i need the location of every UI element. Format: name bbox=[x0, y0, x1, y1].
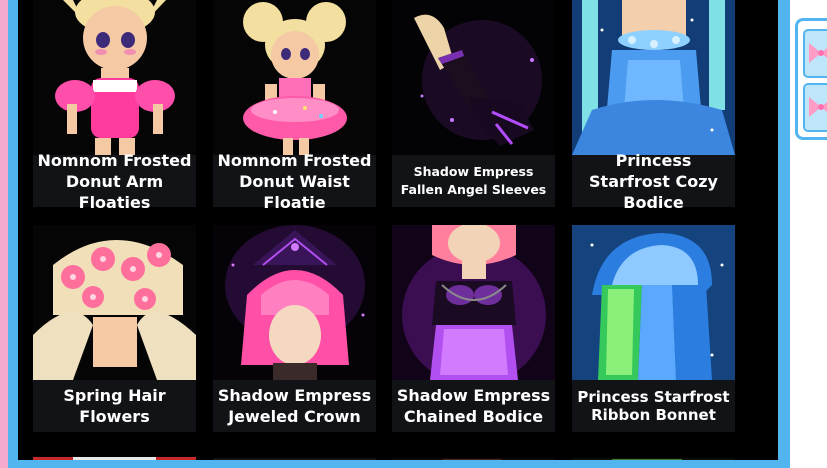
catalog-item-partial[interactable] bbox=[572, 450, 735, 460]
item-thumbnail bbox=[213, 225, 376, 380]
pink-bow-icon bbox=[809, 43, 827, 63]
item-label: Spring Hair Flowers bbox=[33, 380, 196, 432]
item-thumbnail bbox=[213, 0, 376, 155]
catalog-item-jeweled-crown[interactable]: Shadow Empress Jeweled Crown bbox=[213, 225, 376, 433]
item-thumbnail bbox=[33, 0, 196, 155]
side-slot-top[interactable] bbox=[803, 29, 827, 78]
item-label: Nomnom Frosted Donut Waist Floatie bbox=[213, 151, 376, 212]
item-label: Nomnom Frosted Donut Arm Floaties bbox=[33, 151, 196, 212]
item-thumbnail bbox=[572, 0, 735, 155]
side-slot-bottom[interactable] bbox=[803, 83, 827, 132]
item-thumbnail bbox=[392, 225, 555, 380]
item-label: Shadow Empress Chained Bodice bbox=[392, 380, 555, 432]
pink-bow-icon bbox=[809, 97, 827, 117]
left-pink-border bbox=[0, 0, 8, 468]
item-thumbnail bbox=[572, 225, 735, 380]
catalog-item-partial[interactable] bbox=[392, 450, 555, 460]
catalog-item-partial[interactable] bbox=[213, 450, 376, 460]
catalog-item-donut-waist-floatie[interactable]: Nomnom Frosted Donut Waist Floatie bbox=[213, 0, 376, 212]
catalog-item-fallen-angel-sleeves[interactable]: Shadow Empress Fallen Angel Sleeves bbox=[392, 0, 555, 208]
right-blue-border bbox=[778, 0, 790, 468]
left-blue-border bbox=[8, 0, 18, 468]
catalog-grid[interactable]: Nomnom Frosted Donut Arm Floaties Nomnom… bbox=[18, 0, 778, 460]
catalog-item-spring-hair-flowers[interactable]: Spring Hair Flowers bbox=[33, 225, 196, 433]
item-label: Shadow Empress Fallen Angel Sleeves bbox=[392, 155, 555, 207]
item-thumbnail bbox=[392, 0, 555, 155]
catalog-item-starfrost-ribbon-bonnet[interactable]: Princess Starfrost Ribbon Bonnet bbox=[572, 225, 735, 433]
item-label: Shadow Empress Jeweled Crown bbox=[213, 380, 376, 432]
catalog-item-partial[interactable] bbox=[33, 450, 196, 460]
catalog-item-donut-arm-floaties[interactable]: Nomnom Frosted Donut Arm Floaties bbox=[33, 0, 196, 212]
item-label: Princess Starfrost Cozy Bodice bbox=[572, 151, 735, 212]
catalog-item-chained-bodice[interactable]: Shadow Empress Chained Bodice bbox=[392, 225, 555, 433]
item-label: Princess Starfrost Ribbon Bonnet bbox=[572, 380, 735, 432]
side-accessory-panel[interactable] bbox=[795, 18, 827, 140]
item-thumbnail bbox=[33, 225, 196, 380]
bottom-blue-border bbox=[18, 460, 790, 468]
catalog-item-starfrost-cozy-bodice[interactable]: Princess Starfrost Cozy Bodice bbox=[572, 0, 735, 212]
